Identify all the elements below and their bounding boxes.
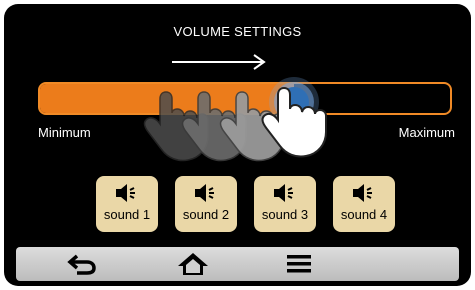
sound-button-label: sound 4 <box>340 207 388 222</box>
sound-button-1[interactable]: sound 1 <box>96 176 158 232</box>
home-icon <box>178 253 208 275</box>
swipe-direction-arrow-icon <box>172 54 266 70</box>
device-frame: VOLUME SETTINGS Minimum Maximum sound 1 … <box>0 0 475 290</box>
sound-button-label: sound 2 <box>182 207 230 222</box>
hand-pointer-icon <box>143 87 327 162</box>
sound-buttons: sound 1 sound 2 sound 3 sound 4 <box>96 176 396 236</box>
minimum-label: Minimum <box>38 125 91 140</box>
bottom-navbar <box>16 247 459 281</box>
speaker-icon <box>353 184 372 202</box>
menu-icon <box>287 255 311 273</box>
home-button[interactable] <box>163 247 223 281</box>
sound-button-label: sound 3 <box>261 207 309 222</box>
maximum-label: Maximum <box>398 125 455 140</box>
speaker-icon <box>195 184 214 202</box>
sound-button-3[interactable]: sound 3 <box>254 176 316 232</box>
speaker-icon <box>274 184 293 202</box>
sound-button-label: sound 1 <box>103 207 151 222</box>
screen: VOLUME SETTINGS Minimum Maximum sound 1 … <box>4 4 471 286</box>
back-arrow-icon <box>67 254 96 275</box>
sound-button-2[interactable]: sound 2 <box>175 176 237 232</box>
speaker-icon <box>116 184 135 202</box>
back-button[interactable] <box>52 247 112 281</box>
menu-button[interactable] <box>269 247 329 281</box>
sound-button-4[interactable]: sound 4 <box>333 176 395 232</box>
page-title: VOLUME SETTINGS <box>173 24 302 39</box>
